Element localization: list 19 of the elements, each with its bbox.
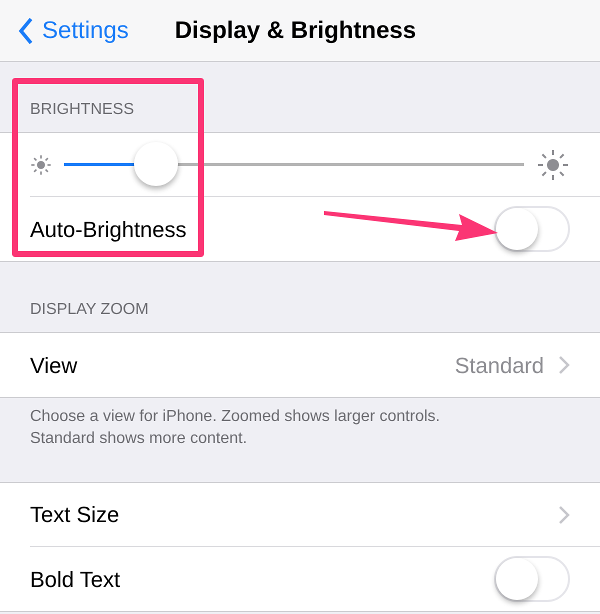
chevron-icon [558, 355, 570, 375]
large-sun-icon [536, 148, 570, 182]
page-title: Display & Brightness [174, 16, 416, 46]
setting-label: Text Size [30, 501, 120, 529]
setting-label: View [30, 352, 78, 380]
setting-label: Auto-Brightness [30, 216, 187, 244]
toggle-switch[interactable] [494, 206, 570, 252]
slider-thumb[interactable] [134, 142, 178, 186]
small-sun-icon [30, 154, 52, 176]
brightness-slider[interactable] [64, 142, 524, 188]
section-footer: Choose a view for iPhone. Zoomed shows larger controls. Standard shows more content. [30, 406, 570, 450]
back-chevron-icon [18, 16, 34, 44]
chevron-icon [558, 504, 570, 524]
section-header: DISPLAY ZOOM [30, 300, 149, 320]
setting-value: Standard [454, 352, 544, 380]
toggle-switch[interactable] [494, 556, 570, 602]
back-button[interactable]: Settings [0, 12, 129, 48]
setting-label: Bold Text [30, 566, 120, 594]
section-header: BRIGHTNESS [30, 100, 134, 120]
